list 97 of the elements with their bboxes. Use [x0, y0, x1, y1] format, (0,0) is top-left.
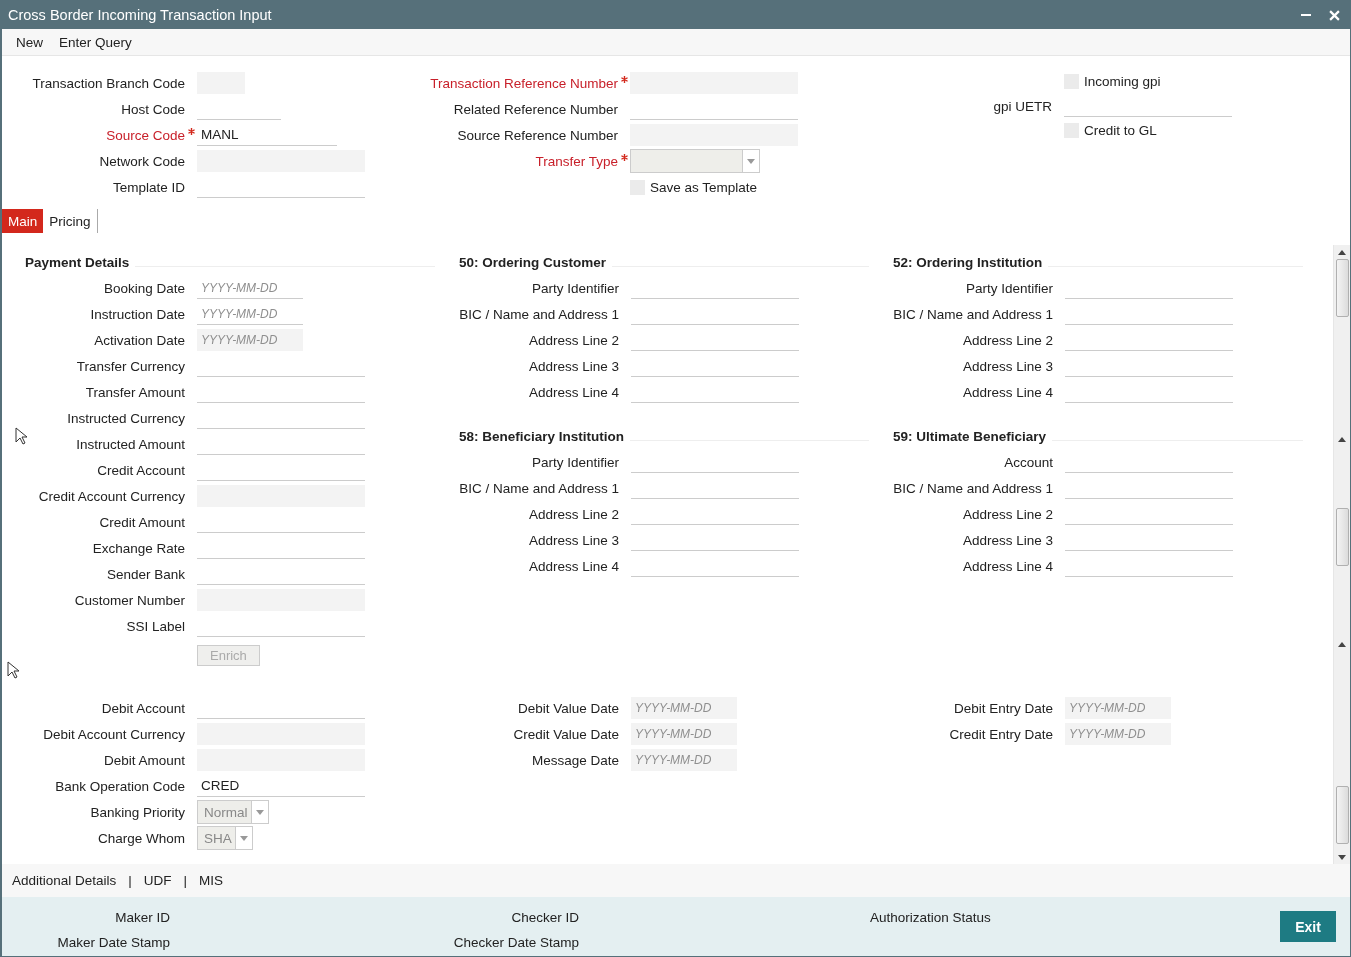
field-label: Debit Entry Date — [953, 700, 1053, 716]
exit-button[interactable]: Exit — [1280, 911, 1336, 942]
field-label: Account — [1004, 454, 1053, 470]
field-label: Source Code — [106, 127, 185, 143]
audit-label: Maker ID — [115, 909, 170, 927]
field-label: Activation Date — [94, 332, 185, 348]
field-label: Party Identifier — [965, 280, 1053, 296]
field-label: Transfer Type — [535, 153, 618, 169]
field-label: Credit Account Currency — [38, 488, 185, 504]
link-separator: | — [183, 873, 188, 888]
section-title: Payment Details — [25, 254, 130, 270]
field-label: Network Code — [99, 153, 185, 169]
field-label: Address Line 2 — [528, 506, 619, 522]
footer-link[interactable]: MIS — [197, 873, 226, 888]
cursor-icon — [7, 661, 19, 679]
field-label: BIC / Name and Address 1 — [893, 480, 1053, 496]
field-label: Credit Amount — [99, 514, 185, 530]
checkbox-label: Incoming gpi — [1084, 74, 1161, 89]
field-label: Message Date — [531, 752, 619, 768]
checkbox-label: Save as Template — [650, 179, 758, 195]
field-label: Party Identifier — [531, 280, 619, 296]
field-label: Instructed Amount — [76, 436, 185, 452]
field-label: Transfer Currency — [76, 358, 185, 374]
field-label: Template ID — [112, 179, 185, 195]
section-title: 50: Ordering Customer — [459, 254, 607, 270]
menu-button[interactable]: Enter Query — [51, 32, 140, 52]
section-title: 52: Ordering Institution — [893, 254, 1043, 270]
field-label: Transfer Amount — [85, 384, 185, 400]
checkbox-label: Credit to GL — [1084, 123, 1157, 138]
field-label: Address Line 4 — [528, 384, 619, 400]
audit-label: Checker Date Stamp — [453, 934, 579, 952]
audit-label: Authorization Status — [870, 909, 992, 927]
window-title: Cross Border Incoming Transaction Input — [8, 7, 272, 23]
close-icon[interactable] — [1329, 9, 1340, 21]
field-label: Debit Account — [101, 700, 185, 716]
tab[interactable]: Pricing — [43, 209, 98, 233]
field-label: SSI Label — [126, 618, 185, 634]
scrollbar[interactable] — [1333, 637, 1350, 864]
field-label: Debit Value Date — [517, 700, 619, 716]
caret-icon — [239, 835, 248, 841]
field-label: Booking Date — [103, 280, 185, 296]
caret-icon — [255, 809, 264, 815]
field-label: Address Line 4 — [962, 384, 1053, 400]
field-label: Party Identifier — [531, 454, 619, 470]
field-label: Banking Priority — [90, 804, 185, 820]
field-label: Address Line 3 — [962, 532, 1053, 548]
field-label: Bank Operation Code — [55, 778, 185, 794]
audit-label: Checker ID — [511, 909, 579, 927]
field-label: Address Line 3 — [528, 358, 619, 374]
field-label: Address Line 4 — [962, 558, 1053, 574]
field-label: Host Code — [121, 101, 185, 117]
scroll-thumb[interactable] — [1335, 259, 1349, 317]
field-label: Customer Number — [74, 592, 185, 608]
required-icon — [188, 127, 195, 135]
cursor-icon — [15, 427, 27, 445]
menu-button[interactable]: New — [8, 32, 51, 52]
required-icon — [621, 75, 628, 83]
footer-link[interactable]: UDF — [141, 873, 174, 888]
caret-icon — [747, 158, 755, 164]
scroll-thumb[interactable] — [1335, 508, 1349, 566]
field-label: Instruction Date — [90, 306, 185, 322]
field-label: Address Line 2 — [962, 506, 1053, 522]
field-label: Address Line 2 — [962, 332, 1053, 348]
field-label: Instructed Currency — [67, 410, 185, 426]
field-label: Source Reference Number — [457, 127, 618, 143]
field-label: BIC / Name and Address 1 — [893, 306, 1053, 322]
footer-link[interactable]: Additional Details — [10, 873, 119, 888]
audit-label: Maker Date Stamp — [57, 934, 170, 952]
field-label: Transaction Reference Number — [430, 75, 618, 91]
scroll-thumb[interactable] — [1335, 786, 1349, 844]
field-label: Debit Account Currency — [43, 726, 185, 742]
scroll-up-icon[interactable] — [1338, 437, 1346, 442]
field-label: Address Line 4 — [528, 558, 619, 574]
field-label: BIC / Name and Address 1 — [459, 306, 619, 322]
field-label: gpi UETR — [993, 98, 1052, 114]
tab[interactable]: Main — [2, 209, 44, 233]
field-label: Credit Account — [97, 462, 185, 478]
field-label: Sender Bank — [106, 566, 185, 582]
field-label: Related Reference Number — [453, 101, 618, 117]
field-label: Address Line 3 — [528, 532, 619, 548]
section-title: 59: Ultimate Beneficiary — [893, 428, 1047, 444]
field-label: Debit Amount — [103, 752, 185, 768]
field-label: Credit Value Date — [513, 726, 619, 742]
scroll-down-icon[interactable] — [1338, 855, 1346, 860]
scroll-up-icon[interactable] — [1338, 642, 1346, 647]
field-label: Exchange Rate — [92, 540, 185, 556]
field-label: Address Line 3 — [962, 358, 1053, 374]
field-label: Address Line 2 — [528, 332, 619, 348]
link-separator: | — [128, 873, 132, 888]
required-icon — [621, 153, 628, 161]
section-title: 58: Beneficiary Institution — [459, 428, 625, 444]
field-label: Charge Whom — [97, 830, 185, 846]
field-label: Credit Entry Date — [949, 726, 1053, 742]
field-label: Transaction Branch Code — [32, 75, 185, 91]
scroll-up-icon[interactable] — [1338, 250, 1346, 255]
scrollbar[interactable] — [1333, 245, 1350, 432]
field-label: BIC / Name and Address 1 — [459, 480, 619, 496]
